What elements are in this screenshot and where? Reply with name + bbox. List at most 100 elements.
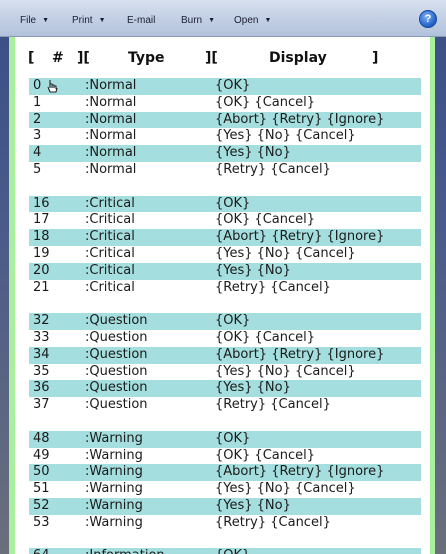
row-type: :Normal [85, 145, 137, 161]
table-row: 36:Question {Yes} {No} [29, 380, 421, 398]
row-num: 53 [33, 514, 50, 530]
caret-down-icon: ▼ [98, 16, 106, 24]
row-type: :Critical [85, 195, 135, 211]
row-display: {OK} {Cancel} [215, 212, 316, 228]
file-menu[interactable]: File ▼ [20, 12, 49, 28]
table-spacer [29, 532, 421, 549]
table-row: 52 :Warning {Yes} {No} [29, 497, 421, 515]
table-row: 49:Warning {OK} {Cancel} [29, 448, 421, 465]
row-type: :Normal [85, 111, 137, 127]
row-type: :Information [85, 548, 165, 554]
header-display: Display [269, 50, 327, 66]
row-display: {Yes} {No} [215, 262, 291, 278]
help-icon[interactable]: ? [419, 10, 437, 28]
table-row: 33:Question {OK} {Cancel} [29, 330, 421, 347]
table-row: 64:Information {OK} [29, 548, 421, 554]
row-display: {Retry} {Cancel} [215, 161, 331, 177]
row-display: {Retry} {Cancel} [215, 514, 331, 530]
row-num: 33 [33, 329, 50, 345]
table-spacer [29, 296, 421, 313]
viewer-window: File ▼ Print ▼ E-mail Burn ▼ Open ▼ ? [ … [0, 0, 446, 554]
message-type-table: 0:Normal {OK} 1 :Normal {OK} {Cancel} 2 :Norma… [29, 78, 421, 554]
row-type: :Normal [85, 161, 137, 177]
row-display: {Retry} {Cancel} [215, 397, 331, 413]
table-row: 4 :Normal {Yes} {No} [29, 145, 421, 162]
row-display: {Yes} {No} {Cancel} [215, 481, 356, 497]
row-display: {Abort} {Retry} {Ignore} [215, 464, 385, 480]
row-type: :Normal [85, 128, 137, 144]
row-num: 20 [33, 262, 50, 278]
row-num: 19 [33, 245, 50, 261]
print-menu-label: Print [72, 14, 93, 26]
email-button[interactable]: E-mail [127, 12, 155, 28]
row-type: :Warning [85, 514, 143, 530]
row-type: :Critical [85, 229, 135, 245]
table-spacer [29, 414, 421, 431]
row-type: :Warning [85, 481, 143, 497]
row-type: :Warning [85, 497, 143, 513]
table-row: 21:Critical {Retry} {Cancel} [29, 280, 421, 297]
row-num: 2 [33, 111, 42, 127]
table-row: 50 :Warning {Abort} {Retry} {Ignore} [29, 464, 421, 482]
row-type: :Warning [85, 464, 143, 480]
row-display: {Yes} {No} [215, 380, 291, 396]
header-sep1: ][ [77, 50, 90, 66]
row-num: 32 [33, 313, 50, 329]
table-row: 0:Normal {OK} [29, 78, 421, 95]
table-row: 35 :Question {Yes} {No} {Cancel} [29, 364, 421, 381]
header-sep2: ][ [205, 50, 218, 66]
table-row: 17:Critical {OK} {Cancel} [29, 212, 421, 229]
row-num: 5 [33, 161, 42, 177]
row-display: {Yes} {No} [215, 497, 291, 513]
row-num: 49 [33, 447, 50, 463]
table-row: 1:Normal {OK} {Cancel} [29, 95, 421, 112]
row-type: :Normal [85, 94, 137, 110]
row-num: 16 [33, 195, 50, 211]
row-num: 35 [33, 363, 50, 379]
row-num: 21 [33, 279, 50, 295]
table-row: 34:Question {Abort} {Retry} {Ignore} [29, 346, 421, 364]
row-type: :Question [85, 346, 148, 362]
document-page: [ # ][ Type ][ Display ] 0:Normal {OK} 1 :N… [15, 37, 430, 554]
row-display: {Yes} {No} {Cancel} [215, 245, 356, 261]
table-row: 51 :Warning {Yes} {No} {Cancel} [29, 481, 421, 498]
row-type: :Question [85, 313, 148, 329]
table-row: 20 :Critical {Yes} {No} [29, 262, 421, 280]
row-num: 36 [33, 380, 50, 396]
print-menu[interactable]: Print ▼ [72, 12, 106, 28]
caret-down-icon: ▼ [264, 16, 272, 24]
table-row: 2 :Normal {Abort} {Retry} {Ignore} [29, 111, 421, 129]
row-display: {OK} [215, 195, 251, 211]
row-type: :Critical [85, 262, 135, 278]
row-type: :Critical [85, 245, 135, 261]
row-display: {Yes} {No} {Cancel} [215, 363, 356, 379]
header-bracket-open: [ [28, 50, 35, 66]
row-num: 52 [33, 497, 50, 513]
open-menu[interactable]: Open ▼ [234, 12, 271, 28]
caret-down-icon: ▼ [42, 16, 50, 24]
file-menu-label: File [20, 14, 37, 26]
burn-menu[interactable]: Burn ▼ [181, 12, 215, 28]
table-row: 37:Question {Retry} {Cancel} [29, 397, 421, 414]
row-num: 3 [33, 128, 42, 144]
table-row: 16 :Critical {OK} [29, 195, 421, 213]
row-num: 4 [33, 145, 42, 161]
row-display: {Yes} {No} [215, 145, 291, 161]
burn-menu-label: Burn [181, 14, 203, 26]
row-type: :Question [85, 363, 148, 379]
row-display: {Abort} {Retry} {Ignore} [215, 346, 385, 362]
hand-pointer-icon [47, 80, 58, 93]
row-num: 51 [33, 481, 50, 497]
row-display: {Abort} {Retry} {Ignore} [215, 111, 385, 127]
row-num: 48 [33, 430, 50, 446]
row-display: {OK} [215, 430, 251, 446]
table-row: 18:Critical {Abort} {Retry} {Ignore} [29, 229, 421, 246]
table-header: [ # ][ Type ][ Display ] [15, 37, 430, 77]
row-type: :Warning [85, 447, 143, 463]
row-num: 64 [33, 548, 50, 554]
row-num: 1 [33, 94, 42, 110]
table-row: 32:Question {OK} [29, 313, 421, 330]
table-row: 5 :Normal {Retry} {Cancel} [29, 162, 421, 179]
row-display: {OK} {Cancel} [215, 329, 316, 345]
row-num: 50 [33, 464, 50, 480]
